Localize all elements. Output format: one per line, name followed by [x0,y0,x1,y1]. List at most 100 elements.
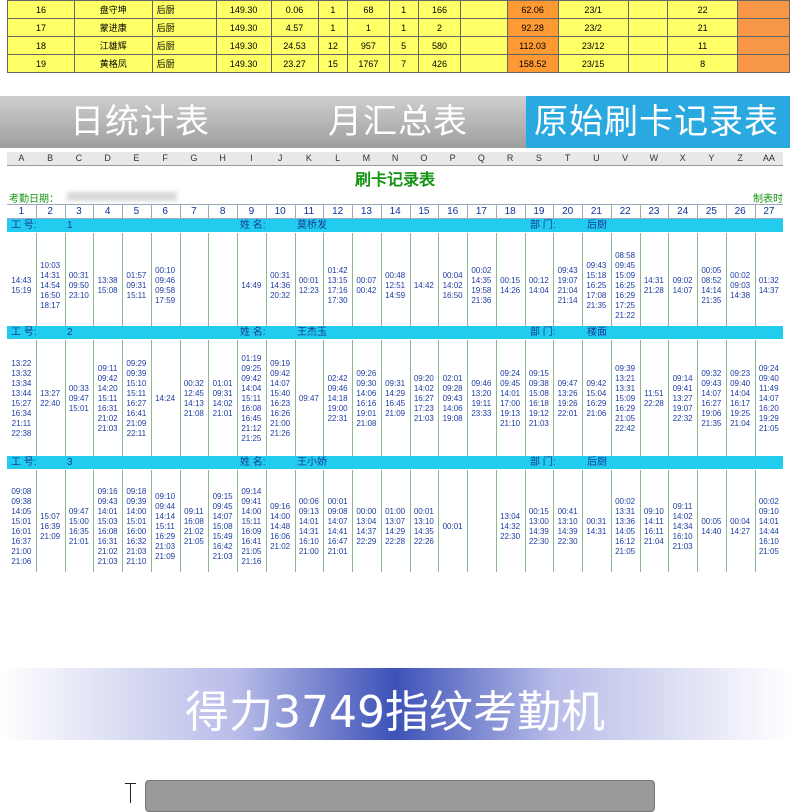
punch-cell[interactable]: 09:23 09:40 14:04 16:17 19:25 21:04 [726,340,756,458]
punch-cell[interactable]: 09:43 15:18 16:25 17:08 21:35 [582,233,612,339]
punch-cell[interactable]: 09:15 09:45 14:07 15:08 15:49 16:42 21:0… [208,470,238,572]
punch-cell[interactable]: 09:47 [295,340,325,458]
column-header-m[interactable]: M [352,152,382,166]
column-header-q[interactable]: Q [467,152,497,166]
punch-cell[interactable]: 00:48 12:51 14:59 [381,233,411,339]
punch-cell[interactable]: 09:18 09:39 14:00 15:01 16:00 16:32 21:0… [122,470,152,572]
punch-cell[interactable]: 09:20 14:02 16:27 17:23 21:03 [410,340,440,458]
column-header-f[interactable]: F [150,152,181,166]
column-header-l[interactable]: L [323,152,353,166]
column-header-h[interactable]: H [208,152,238,166]
column-header-s[interactable]: S [524,152,555,166]
column-header-k[interactable]: K [294,152,325,166]
punch-cell[interactable]: 00:00 13:04 14:37 22:29 [352,470,382,572]
punch-cell[interactable]: 09:31 14:29 16:45 21:09 [381,340,411,458]
punch-cell[interactable]: 09:47 13:26 19:26 22:01 [553,340,583,458]
punch-cell[interactable]: 14:42 [410,233,440,339]
column-header-e[interactable]: E [122,152,152,166]
punch-cell[interactable]: 02:42 09:46 14:18 19:00 22:31 [323,340,353,458]
punch-cell[interactable]: 00:01 12:23 [295,233,325,339]
punch-cell[interactable]: 09:42 15:04 16:29 21:06 [582,340,612,458]
punch-cell[interactable]: 00:01 09:08 14:07 14:41 16:47 21:01 [323,470,353,572]
column-header-y[interactable]: Y [697,152,727,166]
punch-cell[interactable]: 01:32 14:37 [755,233,784,339]
punch-cell[interactable] [208,233,238,339]
punch-cell[interactable]: 13:04 14:32 22:30 [496,470,526,572]
punch-cell[interactable]: 09:16 14:00 14:48 16:06 21:02 [266,470,296,572]
punch-cell[interactable]: 09:14 09:41 14:00 15:11 16:09 16:41 21:0… [237,470,267,572]
column-header-c[interactable]: C [64,152,95,166]
punch-cell[interactable]: 00:01 13:10 14:35 22:26 [410,470,440,572]
tab-monthly-summary[interactable]: 月汇总表 [328,96,468,148]
punch-cell[interactable]: 09:16 09:43 14:01 15:03 16:08 16:31 21:0… [93,470,123,572]
punch-cell[interactable]: 09:02 14:07 [668,233,698,339]
punch-cell[interactable]: 09:14 09:41 13:27 19:07 22:32 [668,340,698,458]
punch-cell[interactable]: 00:31 14:31 [582,470,612,572]
punch-cell[interactable]: 09:39 13:21 13:31 15:09 16:29 21:05 22:4… [611,340,641,458]
punch-cell[interactable]: 00:31 09:50 23:10 [65,233,95,339]
punch-cell[interactable]: 00:12 14:04 [525,233,555,339]
punch-cell[interactable] [180,233,210,339]
punch-cell[interactable]: 14:43 15:19 [7,233,37,339]
punch-cell[interactable]: 01:57 09:31 15:11 [122,233,152,339]
column-header-n[interactable]: N [380,152,411,166]
tab-raw-records[interactable]: 原始刷卡记录表 [526,96,790,148]
column-header-x[interactable]: X [668,152,698,166]
punch-cell[interactable]: 10:03 14:31 14:54 16:50 18:17 [36,233,66,339]
punch-cell[interactable]: 00:05 08:52 14:14 21:35 [697,233,727,339]
column-header-u[interactable]: U [582,152,612,166]
punch-cell[interactable]: 00:06 09:13 14:01 14:31 16:10 21:00 [295,470,325,572]
punch-cell[interactable]: 14:24 [151,340,181,458]
punch-cell[interactable]: 08:58 09:45 15:09 16:25 16:29 17:25 21:2… [611,233,641,339]
punch-cell[interactable]: 00:05 14:40 [697,470,727,572]
column-header-d[interactable]: D [93,152,123,166]
column-header-z[interactable]: Z [725,152,756,166]
punch-cell[interactable]: 00:04 14:27 [726,470,756,572]
punch-cell[interactable]: 13:38 15:08 [93,233,123,339]
column-header-i[interactable]: I [237,152,267,166]
column-header-w[interactable]: W [639,152,670,166]
punch-cell[interactable]: 13:27 22:40 [36,340,66,458]
punch-cell[interactable]: 09:47 15:00 16:35 21:01 [65,470,95,572]
punch-cell[interactable]: 01:19 09:25 09:42 14:04 15:11 16:08 16:4… [237,340,267,458]
punch-cell[interactable]: 00:10 09:46 09:58 17:59 [151,233,181,339]
column-header-a[interactable]: A [7,152,37,166]
punch-cell[interactable]: 09:24 09:45 14:01 17:00 19:13 21:10 [496,340,526,458]
punch-cell[interactable]: 09:08 09:38 14:05 15:01 16:01 16:37 21:0… [7,470,37,572]
punch-cell[interactable]: 00:02 13:31 13:36 14:05 16:12 21:05 [611,470,641,572]
punch-cell[interactable]: 09:19 09:42 14:07 15:40 16:23 16:26 21:0… [266,340,296,458]
punch-cell[interactable]: 14:49 [237,233,267,339]
punch-cell[interactable]: 02:01 09:28 09:43 14:06 19:08 [438,340,468,458]
punch-cell[interactable]: 01:42 13:15 17:16 17:30 [323,233,353,339]
punch-cell[interactable]: 00:02 14:35 19:58 21:36 [467,233,497,339]
punch-cell[interactable]: 09:43 19:07 21:04 21:14 [553,233,583,339]
punch-cell[interactable]: 13:22 13:32 13:34 13:44 15:27 16:34 21:1… [7,340,37,458]
punch-cell[interactable]: 09:11 16:08 21:02 21:05 [180,470,210,572]
punch-cell[interactable]: 09:26 09:30 14:06 16:16 19:01 21:08 [352,340,382,458]
punch-cell[interactable]: 09:10 14:11 16:11 21:04 [640,470,670,572]
punch-cell[interactable]: 00:31 14:36 20:32 [266,233,296,339]
punch-cell[interactable]: 09:11 09:42 14:20 15:11 16:31 21:02 21:0… [93,340,123,458]
punch-cell[interactable]: 00:07 00:42 [352,233,382,339]
punch-cell[interactable]: 09:46 13:20 19:11 23:33 [467,340,497,458]
punch-cell[interactable]: 00:04 14:02 16:50 [438,233,468,339]
punch-cell[interactable]: 09:11 14:02 14:34 16:10 21:03 [668,470,698,572]
tab-daily-stats[interactable]: 日统计表 [70,96,210,148]
column-header-t[interactable]: T [553,152,583,166]
punch-cell[interactable]: 09:15 09:38 15:08 16:18 19:12 21:03 [525,340,555,458]
column-header-j[interactable]: J [265,152,296,166]
punch-cell[interactable]: 00:41 13:10 14:39 22:30 [553,470,583,572]
punch-cell[interactable]: 01:01 09:31 14:02 21:01 [208,340,238,458]
punch-cell[interactable]: 14:31 21:28 [640,233,670,339]
punch-cell[interactable]: 00:15 13:00 14:39 22:30 [525,470,555,572]
column-header-v[interactable]: V [610,152,641,166]
punch-cell[interactable]: 01:00 13:07 14:29 22:28 [381,470,411,572]
punch-cell[interactable]: 00:02 09:03 14:38 [726,233,756,339]
punch-cell[interactable]: 15:07 16:39 21:09 [36,470,66,572]
punch-cell[interactable]: 09:24 09:40 11:49 14:07 16:20 19:29 21:0… [755,340,784,458]
punch-cell[interactable]: 11:51 22:28 [640,340,670,458]
punch-cell[interactable]: 09:10 09:44 14:14 15:11 16:29 21:03 21:0… [151,470,181,572]
column-header-p[interactable]: P [438,152,468,166]
punch-cell[interactable]: 09:32 09:43 14:07 16:27 19:06 21:35 [697,340,727,458]
column-header-b[interactable]: B [35,152,66,166]
